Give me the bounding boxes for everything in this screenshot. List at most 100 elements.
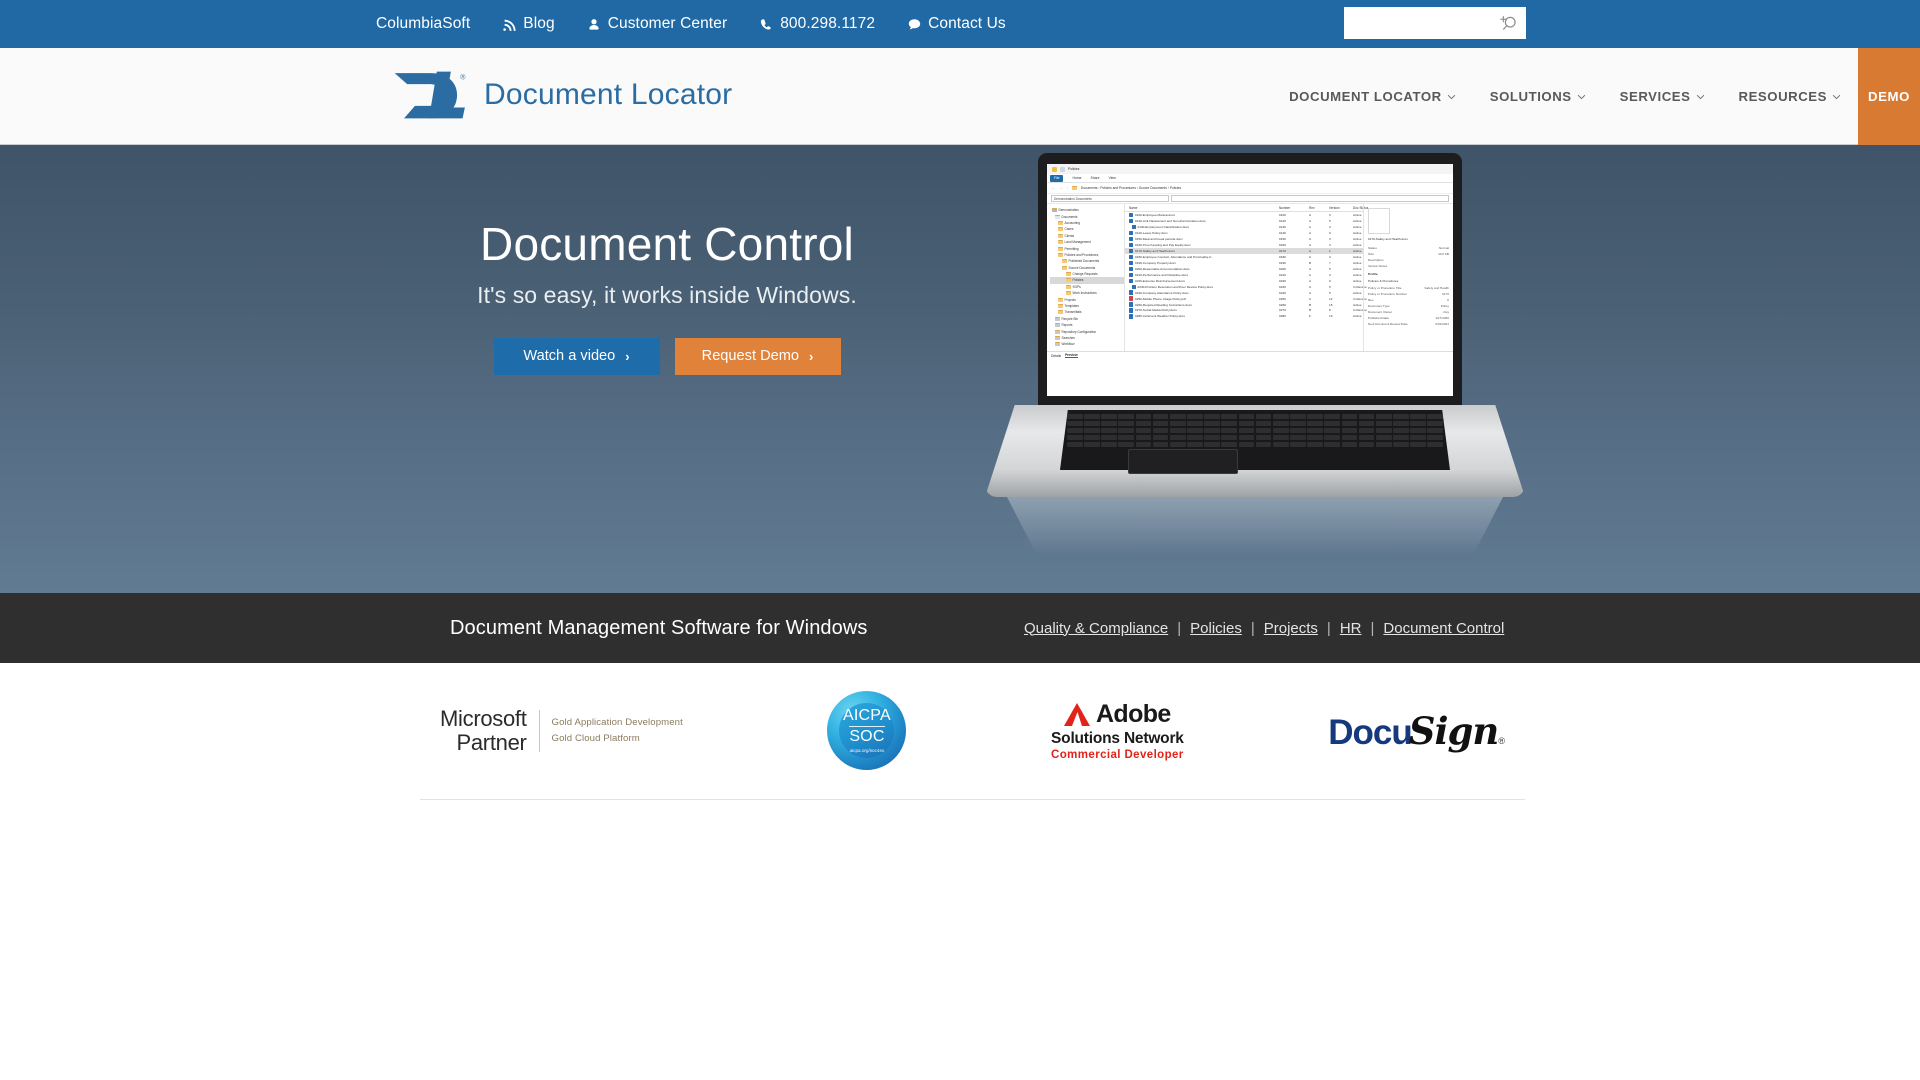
band-link-projects[interactable]: Projects	[1264, 620, 1318, 637]
up-arrow-icon[interactable]: ↑	[1067, 186, 1069, 190]
keyboard-key	[1067, 434, 1083, 441]
word-file-icon	[1129, 314, 1133, 319]
aicpa-soc-badge[interactable]: AICPA SOC aicpa.org/soc4so	[827, 691, 907, 770]
band-link-document-control[interactable]: Document Control	[1383, 620, 1504, 637]
topbar-link-customer-center[interactable]: Customer Center	[587, 15, 728, 33]
microsoft-partner-logo[interactable]: Microsoft Partner Gold Application Devel…	[440, 707, 683, 754]
document-name: 0210-Performance and Discipline.docx	[1135, 272, 1189, 277]
keyboard-key	[1255, 414, 1272, 420]
keyboard-key	[1290, 427, 1306, 434]
repository-select[interactable]: Demonstration Documents	[1051, 195, 1169, 202]
band-link-quality-compliance[interactable]: Quality & Compliance	[1024, 620, 1168, 637]
keyboard-key	[1393, 434, 1409, 441]
field-label: Next Document Review Date	[1368, 322, 1408, 326]
nav-item-resources[interactable]: RESOURCES	[1722, 48, 1859, 145]
cell-rev: A	[1309, 212, 1312, 217]
field-label: Description	[1368, 258, 1384, 262]
keyboard-key	[1221, 434, 1238, 441]
keyboard-key	[1221, 441, 1238, 447]
partner-logos-section: Microsoft Partner Gold Application Devel…	[0, 663, 1920, 820]
watch-a-video-button[interactable]: Watch a video ›	[493, 337, 660, 375]
keyboard-row	[1067, 414, 1443, 420]
nav-item-solutions[interactable]: SOLUTIONS	[1473, 48, 1603, 145]
topbar-link-contact-us[interactable]: Contact Us	[907, 15, 1006, 33]
column-name[interactable]: Name	[1129, 206, 1279, 210]
request-demo-button[interactable]: Request Demo ›	[674, 337, 841, 375]
preview-field: Version Notes	[1368, 263, 1449, 269]
adobe-solutions-network-logo[interactable]: Adobe Solutions Network Commercial Devel…	[1051, 700, 1184, 761]
search-plus-icon[interactable]	[1495, 10, 1521, 36]
band-link-policies[interactable]: Policies	[1190, 620, 1242, 637]
cell-rev: A	[1309, 254, 1312, 259]
tab-details[interactable]: Details	[1051, 354, 1061, 358]
cell-name: 0150-Meal and break periods.docx	[1129, 236, 1279, 241]
keyboard-key	[1324, 441, 1341, 447]
cell-name: 0120-Anti-Harassment and Non-discriminat…	[1129, 218, 1279, 224]
forward-arrow-icon[interactable]: →	[1059, 186, 1062, 190]
topbar-link-phone[interactable]: 800.298.1172	[759, 15, 875, 33]
cell-number: 0180	[1279, 254, 1286, 259]
site-logo[interactable]: ® Document Locator	[390, 66, 732, 124]
keyboard-key	[1118, 420, 1135, 427]
tagline-band: Document Management Software for Windows…	[0, 593, 1920, 663]
workflow-icon	[1055, 342, 1060, 347]
keyboard-key	[1169, 434, 1186, 441]
keyboard-key	[1341, 420, 1358, 427]
word-file-icon	[1129, 308, 1133, 313]
tree-label: Policies and Procedures	[1064, 252, 1099, 257]
tree-label: Accounting	[1064, 220, 1081, 225]
column-version[interactable]: Version	[1329, 206, 1353, 210]
topbar-label-contact-us: Contact Us	[928, 15, 1006, 32]
hero-laptop-image: Policies File Home Share View ← → ↑ Docu…	[985, 153, 1525, 593]
topbar-label-phone: 800.298.1172	[780, 15, 876, 32]
nav-item-document-locator[interactable]: DOCUMENT LOCATOR	[1272, 48, 1473, 145]
keyboard-key	[1101, 427, 1117, 434]
keyboard-key	[1375, 414, 1392, 420]
dl-monogram-icon: ®	[390, 66, 468, 124]
ribbon-tab-share[interactable]: Share	[1091, 176, 1100, 180]
topbar-link-columbiasoft[interactable]: ColumbiaSoft	[376, 15, 470, 33]
topbar-link-blog[interactable]: Blog	[502, 15, 555, 33]
app-search-input[interactable]	[1171, 195, 1449, 202]
docusign-logo[interactable]: Docu Sign ®	[1328, 709, 1505, 753]
tree-label: Demonstration	[1058, 208, 1079, 213]
tree-label: SOPs	[1072, 284, 1081, 289]
nav-item-services[interactable]: SERVICES	[1603, 48, 1722, 145]
ribbon-tab-home[interactable]: Home	[1072, 176, 1081, 180]
document-row[interactable]: 0280-Inclement Weather Policy.docx 0280 F 1…	[1125, 313, 1363, 319]
tree-label: Templates	[1064, 304, 1079, 309]
adobe-wordmark: Adobe	[1063, 700, 1171, 729]
cell-version: 3	[1329, 272, 1331, 277]
cell-version: 3	[1329, 254, 1331, 259]
word-file-icon	[1129, 260, 1133, 265]
cell-version: 7	[1329, 260, 1331, 265]
tab-preview[interactable]: Preview	[1065, 353, 1078, 358]
column-number[interactable]: Number	[1279, 206, 1309, 210]
column-rev[interactable]: Rev	[1309, 206, 1329, 210]
keyboard-key	[1290, 420, 1306, 427]
tree-node[interactable]: Workflow	[1050, 341, 1124, 347]
back-arrow-icon[interactable]: ←	[1052, 186, 1055, 190]
keyboard-key	[1101, 434, 1117, 441]
cell-number: 0280	[1279, 314, 1286, 319]
cell-version: 12	[1329, 296, 1333, 301]
nav-demo-button[interactable]: DEMO	[1858, 48, 1920, 145]
app-preview-tabs: Details Preview	[1047, 351, 1453, 359]
app-document-list: Name Number Rev Version Doc Status 0100-…	[1125, 204, 1368, 351]
document-name: 0190-Company Property.docx	[1135, 260, 1176, 265]
cell-rev: A	[1309, 272, 1312, 277]
cell-version: 5	[1329, 218, 1331, 223]
folder-icon	[1058, 252, 1063, 257]
ribbon-tab-view[interactable]: View	[1109, 176, 1116, 180]
cell-number: 0220	[1279, 278, 1286, 283]
keyboard-row	[1067, 420, 1443, 427]
topbar-label-columbiasoft: ColumbiaSoft	[376, 15, 471, 32]
keyboard-key	[1187, 420, 1203, 427]
cell-rev: A	[1309, 218, 1312, 223]
folder-icon	[1066, 291, 1071, 296]
band-link-hr[interactable]: HR	[1340, 620, 1362, 637]
ribbon-tab-file[interactable]: File	[1050, 174, 1064, 182]
folder-icon	[1058, 227, 1063, 232]
app-breadcrumb[interactable]: ← → ↑ Documents › Policies and Procedure…	[1047, 183, 1453, 194]
cell-rev: A	[1309, 224, 1312, 229]
